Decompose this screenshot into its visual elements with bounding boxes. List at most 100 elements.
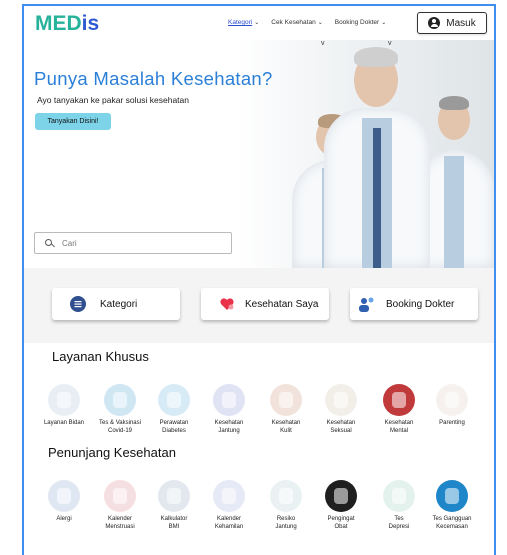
mental-icon	[383, 384, 415, 416]
penunjang-item[interactable]: Pengingat Obat	[313, 480, 369, 531]
quick-actions: Kategori Kesehatan Saya Booking Dokter	[24, 268, 494, 343]
doctor-icon	[358, 296, 374, 312]
penunjang-item-label: Resiko	[276, 516, 296, 522]
page-frame: MED is Kategori ⌄ Cek Kesehatan ⌄ Booking D…	[22, 4, 496, 555]
nav-link-kategori[interactable]: Kategori ⌄	[228, 19, 259, 26]
layanan-item-label: Kesehatan	[271, 420, 301, 426]
layanan-item[interactable]: Parenting	[424, 384, 480, 428]
layanan-item[interactable]: Kesehatan Mental	[371, 384, 427, 435]
logo-text-main: MED	[35, 12, 82, 35]
pregnancy-icon	[213, 480, 245, 512]
penunjang-item-sublabel: Jantung	[275, 523, 297, 530]
user-icon	[428, 17, 441, 29]
nav-link-cek-kesehatan[interactable]: Cek Kesehatan ⌄	[271, 19, 322, 26]
layanan-item-sublabel: Seksual	[330, 427, 352, 434]
penunjang-item-sublabel: Kehamilan	[214, 523, 244, 530]
kategori-label: Kategori	[100, 298, 138, 310]
skin-icon	[270, 384, 302, 416]
list-icon	[70, 296, 86, 312]
layanan-item[interactable]: Kesehatan Seksual	[313, 384, 369, 435]
banner-mark: v	[321, 40, 325, 47]
banner-mark: v	[388, 40, 392, 47]
allergy-icon	[48, 480, 80, 512]
heart-organ-icon	[213, 384, 245, 416]
hero-title: Punya Masalah Kesehatan?	[34, 68, 273, 89]
depression-icon	[383, 480, 415, 512]
layanan-item-label: Tes & Vaksinasi	[99, 420, 141, 426]
layanan-item[interactable]: Tes & Vaksinasi Covid-19	[92, 384, 148, 435]
booking-dokter-label: Booking Dokter	[386, 298, 455, 310]
layanan-khusus-title: Layanan Khusus	[52, 349, 149, 364]
penunjang-item-label: Pengingat	[327, 516, 355, 522]
heart-risk-icon	[270, 480, 302, 512]
layanan-item-label: Kesehatan	[384, 420, 414, 426]
couple-icon	[325, 384, 357, 416]
penunjang-item[interactable]: Kalender Menstruasi	[92, 480, 148, 531]
kategori-button[interactable]: Kategori	[52, 288, 180, 320]
anxiety-icon	[436, 480, 468, 512]
nav-link-label: Booking Dokter	[334, 19, 380, 26]
heart-icon	[219, 296, 235, 312]
navbar: MED is Kategori ⌄ Cek Kesehatan ⌄ Booking D…	[24, 6, 494, 40]
penunjang-item-label: Kalender	[216, 516, 242, 522]
penunjang-item-sublabel: Menstruasi	[105, 523, 135, 530]
layanan-item[interactable]: Perawatan Diabetes	[146, 384, 202, 435]
chevron-down-icon: ⌄	[317, 20, 323, 26]
layanan-item-sublabel: Jantung	[218, 427, 240, 434]
chevron-down-icon: ⌄	[381, 20, 387, 26]
layanan-item-sublabel: Mental	[389, 427, 408, 434]
calculator-icon	[158, 480, 190, 512]
penunjang-item[interactable]: Resiko Jantung	[258, 480, 314, 531]
penunjang-item[interactable]: Alergi	[36, 480, 92, 524]
penunjang-item-label: Alergi	[56, 516, 72, 522]
kesehatan-saya-label: Kesehatan Saya	[245, 298, 319, 310]
calendar-icon	[104, 480, 136, 512]
glucometer-icon	[158, 384, 190, 416]
nav-link-label: Cek Kesehatan	[271, 19, 316, 26]
layanan-item-sublabel: Kulit	[280, 427, 292, 434]
layanan-item-label: Parenting	[439, 420, 465, 426]
search-box[interactable]: Cari	[34, 232, 232, 254]
search-icon	[45, 238, 54, 248]
penunjang-item-label: Kalender	[107, 516, 133, 522]
penunjang-item-sublabel: Obat	[334, 523, 348, 530]
nav-links: Kategori ⌄ Cek Kesehatan ⌄ Booking Dokter ⌄	[228, 19, 386, 26]
logo-text-accent: is	[81, 12, 100, 35]
layanan-item-label: Layanan Bidan	[43, 420, 85, 426]
nav-link-label: Kategori	[228, 19, 253, 26]
pill-icon	[325, 480, 357, 512]
logo[interactable]: MED is	[35, 12, 99, 36]
penunjang-kesehatan-title: Penunjang Kesehatan	[48, 445, 176, 460]
layanan-item[interactable]: Layanan Bidan	[36, 384, 92, 428]
penunjang-item-label: Tes Gangguan	[432, 516, 472, 522]
layanan-item-label: Kesehatan	[214, 420, 244, 426]
hero-banner: v v Punya Masalah Kesehatan? Ayo tanyaka…	[24, 40, 494, 268]
layanan-item[interactable]: Kesehatan Jantung	[201, 384, 257, 435]
midwife-icon	[48, 384, 80, 416]
login-button[interactable]: Masuk	[417, 12, 487, 34]
layanan-item-sublabel: Covid-19	[107, 427, 132, 434]
layanan-item-label: Kesehatan	[326, 420, 356, 426]
penunjang-item-sublabel: Kecemasan	[436, 523, 468, 530]
layanan-item-sublabel: Diabetes	[162, 427, 186, 434]
booking-dokter-button[interactable]: Booking Dokter	[350, 288, 478, 320]
penunjang-item[interactable]: Kalkulator BMI	[146, 480, 202, 531]
layanan-item-label: Perawatan	[159, 420, 189, 426]
vaccine-icon	[104, 384, 136, 416]
penunjang-item-label: Kalkulator	[160, 516, 188, 522]
nav-link-booking-dokter[interactable]: Booking Dokter ⌄	[335, 19, 386, 26]
penunjang-item-sublabel: Depresi	[388, 523, 410, 530]
search-input[interactable]: Cari	[62, 239, 77, 248]
chevron-down-icon: ⌄	[254, 20, 260, 26]
ask-here-button[interactable]: Tanyakan Disini!	[35, 113, 111, 130]
kesehatan-saya-button[interactable]: Kesehatan Saya	[201, 288, 329, 320]
family-icon	[436, 384, 468, 416]
penunjang-item-label: Tes	[394, 516, 404, 522]
penunjang-item[interactable]: Tes Depresi	[371, 480, 427, 531]
hero-subtitle: Ayo tanyakan ke pakar solusi kesehatan	[37, 95, 189, 105]
login-label: Masuk	[446, 17, 476, 29]
penunjang-item-sublabel: BMI	[168, 523, 180, 530]
penunjang-item[interactable]: Kalender Kehamilan	[201, 480, 257, 531]
layanan-item[interactable]: Kesehatan Kulit	[258, 384, 314, 435]
penunjang-item[interactable]: Tes Gangguan Kecemasan	[424, 480, 480, 531]
